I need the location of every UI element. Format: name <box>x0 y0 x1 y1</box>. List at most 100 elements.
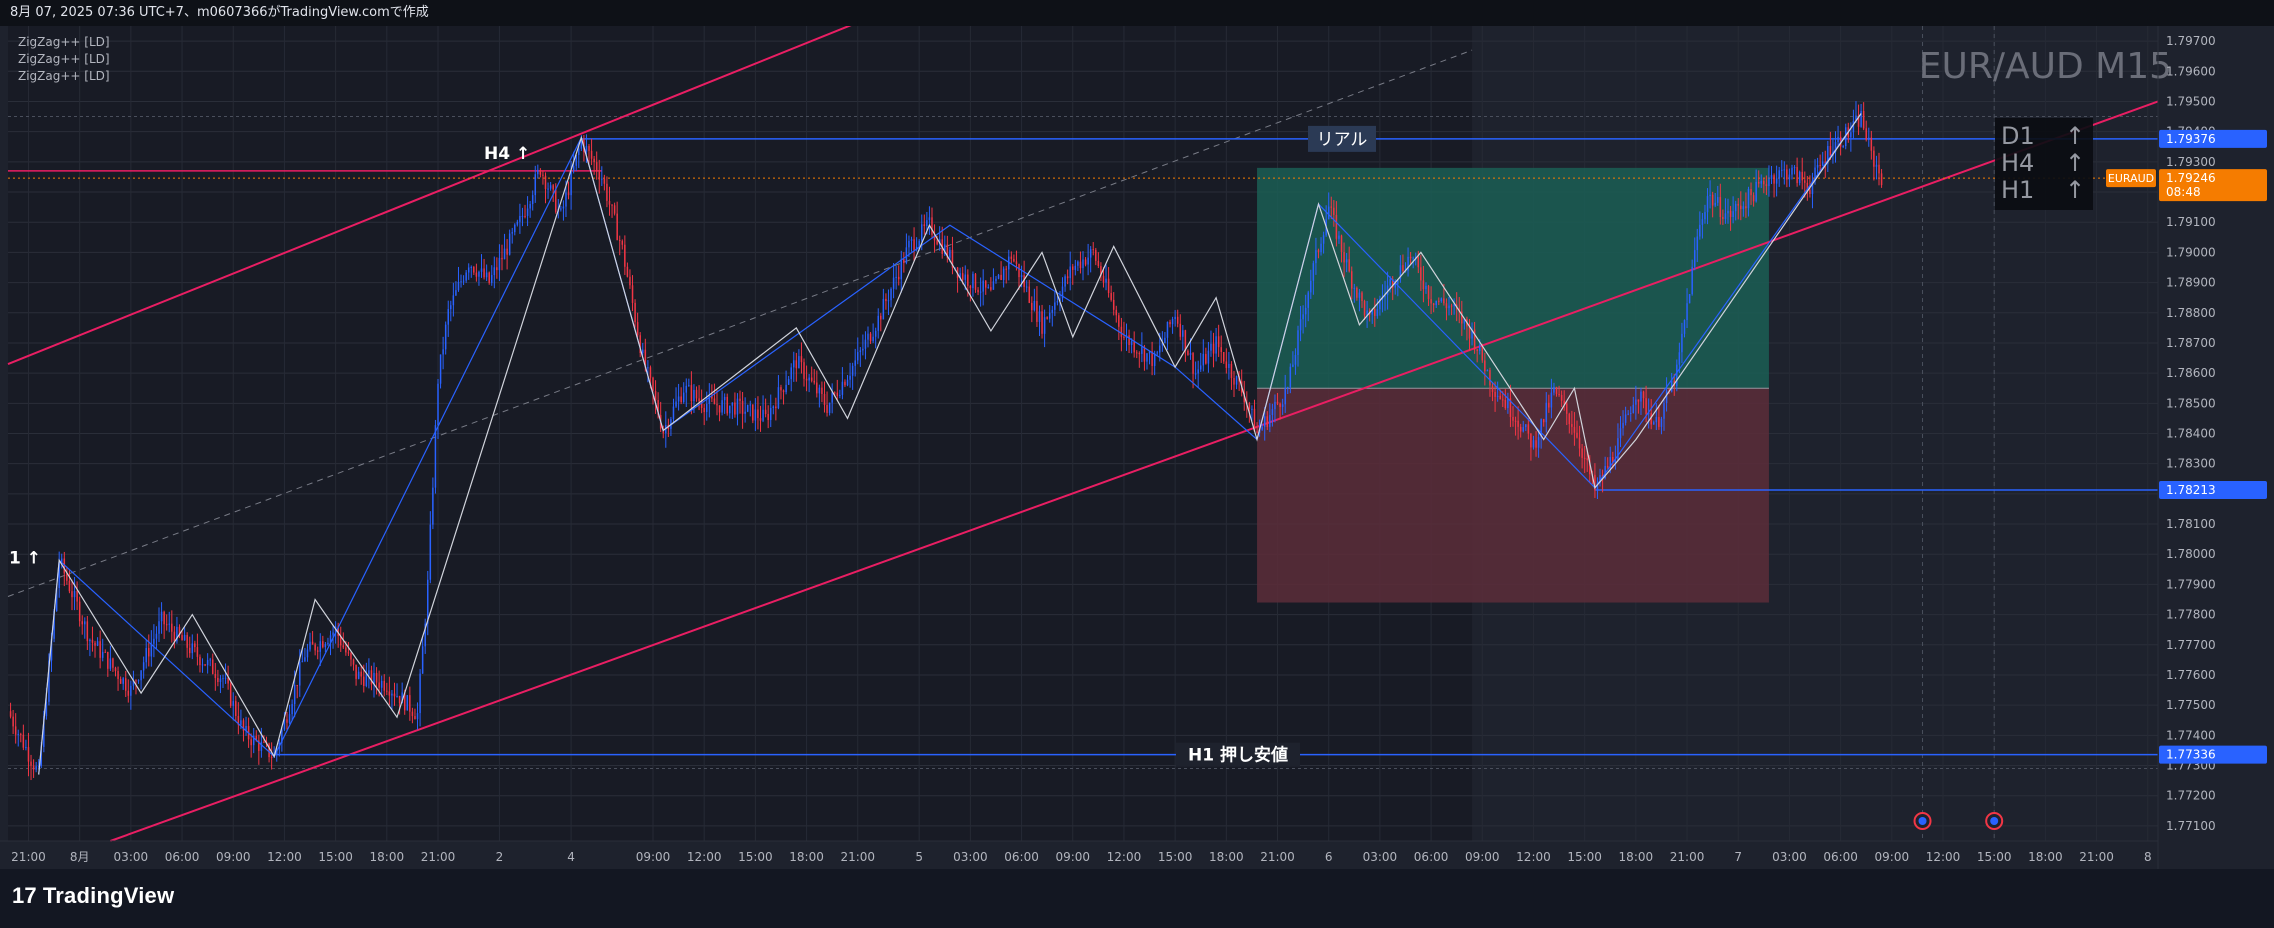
candle-body <box>677 396 680 402</box>
candle-body <box>1194 373 1197 375</box>
candle-body <box>1548 402 1550 408</box>
candle-body <box>1763 180 1765 185</box>
candle-body <box>214 673 217 678</box>
candle-body <box>419 673 421 714</box>
chart-area[interactable]: ZigZag++ [LD] ZigZag++ [LD] ZigZag++ [LD] E… <box>0 0 2274 869</box>
candle-body <box>972 273 974 289</box>
candle-body <box>1374 309 1376 316</box>
candle-body <box>493 267 496 276</box>
candle-body <box>1289 366 1292 388</box>
candle-body <box>1786 169 1788 180</box>
candle-body <box>1476 349 1478 351</box>
candle-body <box>1550 392 1553 408</box>
candle-body <box>649 367 652 378</box>
candle-body <box>1412 257 1414 259</box>
candle-body <box>1079 261 1082 269</box>
candle-body <box>1714 202 1716 206</box>
candle-body <box>1302 314 1304 320</box>
candle-body <box>810 377 813 381</box>
candle-body <box>188 647 191 654</box>
candle-body <box>1742 206 1745 209</box>
candle-body <box>324 644 327 648</box>
candle-body <box>360 671 362 677</box>
candle-body <box>1788 174 1791 180</box>
candle-body <box>767 414 769 421</box>
candle-body <box>1821 161 1824 166</box>
candle-body <box>1312 263 1315 281</box>
candle-body <box>1066 276 1069 279</box>
candle-body <box>1722 217 1724 219</box>
price-tag-current: 1.79246 <box>2166 171 2216 185</box>
indicator-label[interactable]: ZigZag++ [LD] <box>18 35 110 49</box>
indicator-label[interactable]: ZigZag++ [LD] <box>18 52 110 66</box>
candle-body <box>1043 317 1046 334</box>
candle-body <box>698 398 700 401</box>
candle-body <box>1629 412 1632 414</box>
candle-body <box>109 658 112 669</box>
candle-body <box>606 183 608 201</box>
tradingview-logo[interactable]: 17 TradingView <box>12 883 174 909</box>
candle-body <box>1351 271 1353 289</box>
candle-body <box>1041 311 1043 334</box>
candle-body <box>1709 194 1711 197</box>
y-tick-label: 1.78500 <box>2166 396 2216 410</box>
candle-body <box>900 259 903 280</box>
candle-body <box>96 641 99 646</box>
candle-body <box>1645 398 1647 414</box>
candle-body <box>101 651 104 658</box>
candle-body <box>173 631 176 642</box>
candle-body <box>224 677 227 679</box>
candle-body <box>1056 301 1059 303</box>
price-chart[interactable]: ZigZag++ [LD] ZigZag++ [LD] ZigZag++ [LD] E… <box>0 0 2274 869</box>
y-tick-label: 1.77600 <box>2166 668 2216 682</box>
candle-body <box>795 360 798 369</box>
candle-body <box>1773 175 1775 184</box>
candle-body <box>1445 303 1448 309</box>
candle-body <box>1176 316 1179 324</box>
candle-body <box>516 221 519 225</box>
indicator-label[interactable]: ZigZag++ [LD] <box>18 69 110 83</box>
x-tick-label: 12:00 <box>1107 850 1142 864</box>
y-tick-label: 1.78900 <box>2166 276 2216 290</box>
candle-body <box>1783 169 1786 171</box>
candle-body <box>1781 169 1783 171</box>
candle-body <box>1699 224 1701 237</box>
candle-body <box>1658 416 1660 427</box>
candle-body <box>1545 402 1548 423</box>
candle-body <box>1734 203 1737 212</box>
candle-body <box>1097 260 1100 267</box>
candle-body <box>1850 132 1852 138</box>
y-tick-label: 1.79300 <box>2166 155 2216 169</box>
tradingview-mark-icon: 17 <box>12 883 37 908</box>
y-tick-label: 1.77200 <box>2166 789 2216 803</box>
candle-body <box>137 680 140 682</box>
y-tick-label: 1.79100 <box>2166 215 2216 229</box>
candle-body <box>1425 285 1427 290</box>
candle-body <box>150 643 153 657</box>
support-label: H1 押し安値 <box>1188 745 1288 766</box>
candle-body <box>158 621 160 634</box>
h4-label: H4 ↑ <box>484 144 530 164</box>
candle-body <box>1235 376 1238 385</box>
position-zones <box>1257 167 1769 603</box>
x-tick-label: 7 <box>1734 850 1742 864</box>
candle-body <box>485 272 488 278</box>
candle-body <box>35 766 37 770</box>
candle-body <box>780 387 782 391</box>
candle-body <box>1143 347 1146 362</box>
candle-body <box>526 208 529 216</box>
candle-body <box>578 148 580 155</box>
candle-body <box>73 591 76 598</box>
candle-body <box>1115 309 1118 316</box>
candle-body <box>17 733 19 735</box>
candle-body <box>316 650 319 652</box>
candle-body <box>734 402 736 415</box>
candle-body <box>319 641 322 652</box>
candle-body <box>549 185 552 189</box>
candle-body <box>1801 171 1803 181</box>
candle-body <box>1363 301 1366 316</box>
x-tick-label: 21:00 <box>11 850 46 864</box>
candle-body <box>862 348 864 351</box>
candle-body <box>470 266 473 268</box>
candle-body <box>634 302 636 323</box>
